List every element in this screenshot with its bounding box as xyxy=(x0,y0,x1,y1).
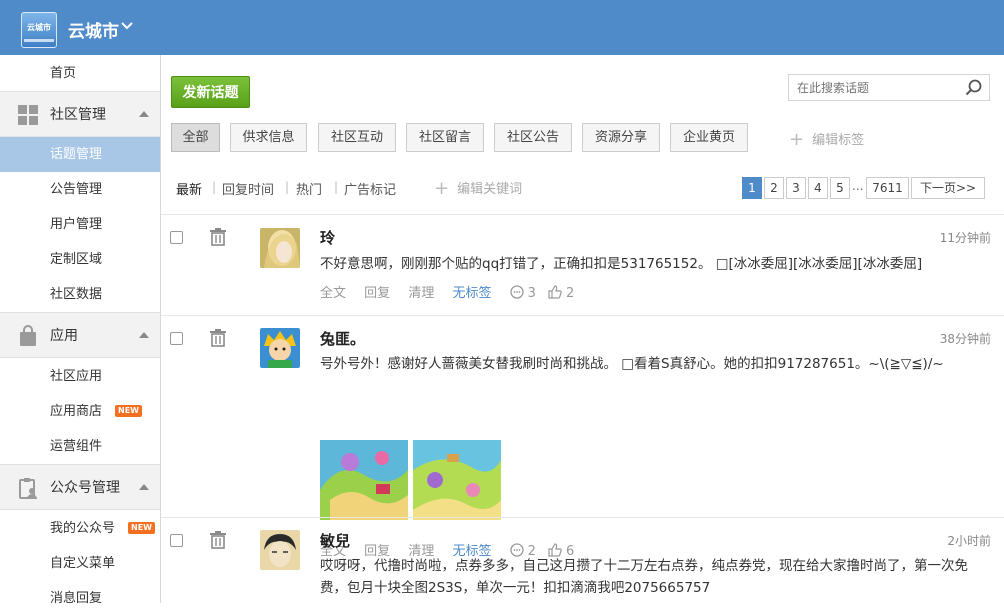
sidebar-item-custom-menu[interactable]: 自定义菜单 xyxy=(0,546,160,581)
new-badge: NEW xyxy=(128,522,155,534)
tab-supply-demand[interactable]: 供求信息 xyxy=(230,123,307,152)
search-input[interactable] xyxy=(789,75,959,100)
page-1[interactable]: 1 xyxy=(742,177,762,199)
post-author[interactable]: 敏兒 xyxy=(320,530,350,551)
post-actions: 全文 回复 清理 无标签 3 2 xyxy=(320,282,588,301)
city-selector[interactable]: 云城市 xyxy=(68,17,119,42)
sidebar-item-auto-reply[interactable]: 消息回复 xyxy=(0,581,160,616)
sidebar-item-widgets[interactable]: 运营组件 xyxy=(0,429,160,464)
caret-up-icon xyxy=(139,111,149,117)
reply-link[interactable]: 回复 xyxy=(364,286,390,301)
caret-up-icon xyxy=(139,484,149,490)
edit-tags-button[interactable]: + 编辑标签 xyxy=(789,128,865,150)
search-box xyxy=(788,74,990,101)
select-checkbox[interactable] xyxy=(170,534,183,547)
tag-link[interactable]: 无标签 xyxy=(452,286,491,301)
sidebar-item-my-accounts[interactable]: 我的公众号 NEW xyxy=(0,511,160,546)
clear-link[interactable]: 清理 xyxy=(408,286,434,301)
list-item: 敏兒 2小时前 哎呀呀，代撸时尚啦，点券多多，自己这月攒了十二万左右点券，纯点券… xyxy=(161,518,1004,603)
sidebar-item-community-data[interactable]: 社区数据 xyxy=(0,277,160,312)
post-time: 38分钟前 xyxy=(939,332,991,346)
trash-icon[interactable] xyxy=(209,329,227,347)
new-badge: NEW xyxy=(115,405,142,417)
page-5[interactable]: 5 xyxy=(830,177,850,199)
tab-resource-sharing[interactable]: 资源分享 xyxy=(582,123,660,152)
edit-tags-label: 编辑标签 xyxy=(812,133,865,148)
like-count[interactable]: 2 xyxy=(548,285,574,301)
sidebar-item-community-apps[interactable]: 社区应用 xyxy=(0,359,160,394)
clipboard-user-icon xyxy=(19,478,37,499)
tab-all[interactable]: 全部 xyxy=(171,123,220,152)
caret-up-icon xyxy=(139,332,149,338)
full-text-link[interactable]: 全文 xyxy=(320,286,346,301)
thumbs-up-icon xyxy=(548,285,562,299)
sidebar: 首页 社区管理 话题管理 公告管理 用户管理 定制区域 社区数据 应用 社区应用… xyxy=(0,55,161,606)
sidebar-item-home[interactable]: 首页 xyxy=(0,56,160,91)
sidebar-item-custom-area[interactable]: 定制区域 xyxy=(0,242,160,277)
post-images xyxy=(320,440,510,520)
sidebar-item-label: 应用商店 xyxy=(50,404,103,419)
list-item: 玲 11分钟前 不好意思啊，刚刚那个贴的qq打错了，正确扣扣是531765152… xyxy=(161,215,1004,315)
edit-keywords-button[interactable]: + 编辑关键词 xyxy=(434,177,523,199)
sidebar-item-app-store[interactable]: 应用商店 NEW xyxy=(0,394,160,429)
trash-icon[interactable] xyxy=(209,531,227,549)
tab-community-messages[interactable]: 社区留言 xyxy=(406,123,484,152)
sidebar-group-apps[interactable]: 应用 xyxy=(0,312,160,358)
next-page-button[interactable]: 下一页>> xyxy=(911,177,985,199)
avatar[interactable] xyxy=(260,530,300,570)
tab-community-announcements[interactable]: 社区公告 xyxy=(494,123,572,152)
grid-icon xyxy=(18,105,38,125)
sidebar-group-community[interactable]: 社区管理 xyxy=(0,91,160,137)
sort-ad-mark[interactable]: 广告标记 xyxy=(344,179,396,198)
bag-icon xyxy=(20,325,36,346)
sidebar-item-label: 我的公众号 xyxy=(50,521,116,536)
search-icon[interactable] xyxy=(965,79,983,97)
main-content: 发新话题 全部 供求信息 社区互动 社区留言 社区公告 资源分享 企业黄页 + 编… xyxy=(161,55,1004,603)
tab-community-interaction[interactable]: 社区互动 xyxy=(318,123,396,152)
select-checkbox[interactable] xyxy=(170,231,183,244)
edit-keywords-label: 编辑关键词 xyxy=(457,182,523,197)
group-label: 社区管理 xyxy=(50,107,106,123)
post-author[interactable]: 兔匪。 xyxy=(320,328,365,349)
chevron-down-icon[interactable] xyxy=(120,19,134,33)
sidebar-item-announcements[interactable]: 公告管理 xyxy=(0,172,160,207)
logo-text: 云城市 xyxy=(27,23,51,32)
top-bar: 云城市 云城市 xyxy=(0,0,1004,55)
post-content: 不好意思啊，刚刚那个贴的qq打错了，正确扣扣是531765152。 □[冰冰委屈… xyxy=(320,256,923,272)
page-last[interactable]: 7611 xyxy=(866,177,909,199)
post-image[interactable] xyxy=(413,440,501,520)
page-ellipsis: ... xyxy=(852,179,864,193)
select-checkbox[interactable] xyxy=(170,332,183,345)
group-label: 公众号管理 xyxy=(50,480,120,496)
avatar[interactable] xyxy=(260,328,300,368)
new-topic-button[interactable]: 发新话题 xyxy=(171,76,250,108)
post-time: 2小时前 xyxy=(947,534,991,548)
page-4[interactable]: 4 xyxy=(808,177,828,199)
post-content: 哎呀呀，代撸时尚啦，点券多多，自己这月攒了十二万左右点券，纯点券党，现在给大家撸… xyxy=(320,558,968,596)
group-label: 应用 xyxy=(50,328,78,344)
app-logo[interactable]: 云城市 xyxy=(21,12,57,48)
comment-icon xyxy=(509,285,524,299)
comment-count[interactable]: 3 xyxy=(509,285,536,301)
sidebar-group-official-account[interactable]: 公众号管理 xyxy=(0,464,160,510)
post-author[interactable]: 玲 xyxy=(320,227,335,248)
sort-reply-time[interactable]: 回复时间 xyxy=(222,179,274,198)
post-content: 号外号外！感谢好人蔷薇美女替我刷时尚和挑战。 □看着S真舒心。她的扣扣91728… xyxy=(320,356,944,372)
trash-icon[interactable] xyxy=(209,228,227,246)
list-item: 兔匪。 38分钟前 号外号外！感谢好人蔷薇美女替我刷时尚和挑战。 □看着S真舒心… xyxy=(161,316,1004,559)
tab-business-directory[interactable]: 企业黄页 xyxy=(670,123,748,152)
sidebar-item-topics[interactable]: 话题管理 xyxy=(0,137,160,172)
sidebar-item-users[interactable]: 用户管理 xyxy=(0,207,160,242)
plus-icon: + xyxy=(434,178,450,199)
avatar[interactable] xyxy=(260,228,300,268)
post-image[interactable] xyxy=(320,440,408,520)
sort-hot[interactable]: 热门 xyxy=(296,179,322,198)
page-2[interactable]: 2 xyxy=(764,177,784,199)
sort-latest[interactable]: 最新 xyxy=(176,179,202,198)
page-3[interactable]: 3 xyxy=(786,177,806,199)
post-time: 11分钟前 xyxy=(939,231,991,245)
plus-icon: + xyxy=(789,129,805,150)
